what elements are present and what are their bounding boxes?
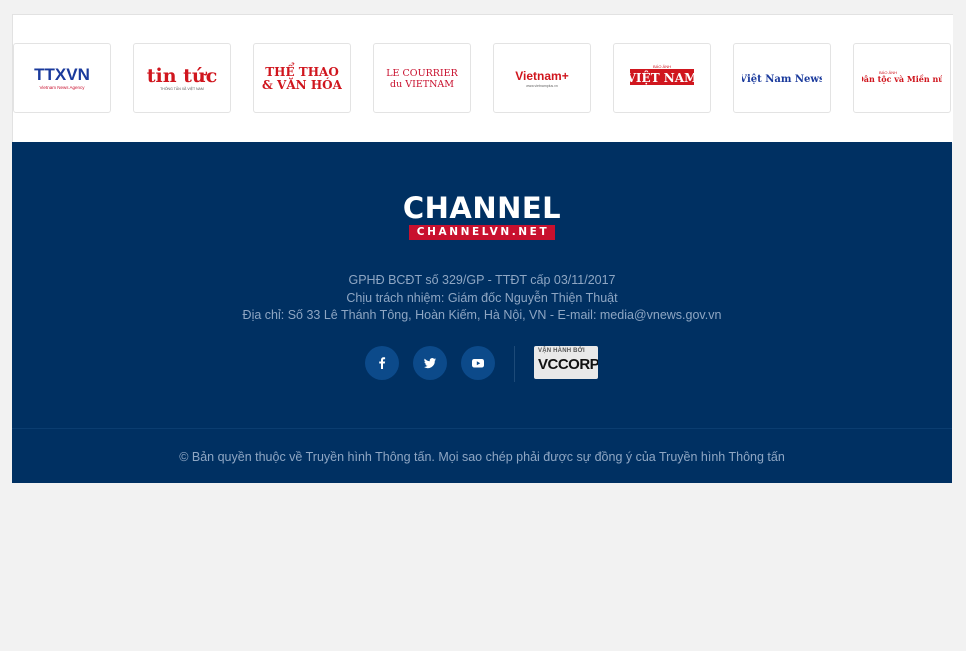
email-link[interactable]: media@vnews.gov.vn: [600, 308, 722, 322]
copyright-text: © Bản quyền thuộc về Truyền hình Thông t…: [179, 450, 785, 464]
ttxvn-logo-text: TTXVN: [34, 65, 90, 84]
tintuc-logo: tin tức THÔNG TẤN XÃ VIỆT NAM: [147, 65, 218, 91]
footer-divider: [12, 428, 952, 429]
baoanh-vietnam-logo-sub: BÁO ẢNH: [653, 64, 671, 69]
address-line: Địa chỉ: Số 33 Lê Thánh Tông, Hoàn Kiếm,…: [12, 307, 952, 325]
responsible-text: Chịu trách nhiệm: Giám đốc Nguyễn Thiện …: [346, 290, 618, 305]
channel-logo[interactable]: CHANNEL CHANNELVN.NET: [393, 194, 571, 240]
footer-info: GPHĐ BCĐT số 329/GP - TTĐT cấp 03/11/201…: [12, 272, 952, 325]
lecourrier-logo: LE COURRIER du VIETNAM: [386, 68, 458, 90]
thethao-vanhoa-logo: THỂ THAO & VĂN HÓA: [262, 61, 342, 92]
brand-logo-area: CHANNEL CHANNELVN.NET: [12, 194, 952, 240]
partner-logo-ttxvn[interactable]: TTXVN Vietnam News Agency: [13, 43, 111, 113]
twitter-button[interactable]: [413, 346, 447, 380]
vietnamnews-logo-text: Việt Nam News: [742, 74, 822, 85]
partner-logos-section: TTXVN Vietnam News Agency tin tức THÔNG …: [12, 14, 953, 143]
vietnamplus-logo: Vietnam+ www.vietnamplus.vn: [515, 69, 568, 88]
partner-logo-vietnamplus[interactable]: Vietnam+ www.vietnamplus.vn: [493, 43, 591, 113]
ttxvn-logo-sub: Vietnam News Agency: [40, 85, 86, 90]
youtube-button[interactable]: [461, 346, 495, 380]
partner-logo-tintuc[interactable]: tin tức THÔNG TẤN XÃ VIỆT NAM: [133, 43, 231, 113]
partner-logos-strip: TTXVN Vietnam News Agency tin tức THÔNG …: [13, 43, 953, 115]
twitter-icon: [424, 358, 436, 369]
facebook-button[interactable]: [365, 346, 399, 380]
lecourrier-logo-line1: LE COURRIER: [386, 68, 458, 79]
partner-logo-baoanh-vietnam[interactable]: VIỆT NAM BÁO ẢNH: [613, 43, 711, 113]
partner-logo-thethao-vanhoa[interactable]: THỂ THAO & VĂN HÓA: [253, 43, 351, 113]
vccorp-name: VCCORP: [538, 356, 598, 373]
dantoc-logo-text: Dân tộc và Miền núi: [862, 74, 942, 84]
baoanh-vietnam-logo-text: VIỆT NAM: [626, 70, 698, 85]
social-divider: [514, 346, 515, 382]
thethao-logo-line1: THỂ THAO: [265, 61, 339, 79]
thethao-logo-line2: & VĂN HÓA: [262, 76, 342, 92]
youtube-icon: [472, 359, 484, 368]
lecourrier-logo-line2: du VIETNAM: [390, 79, 454, 90]
baoanh-vietnam-logo: VIỆT NAM BÁO ẢNH: [626, 64, 698, 85]
social-links: VẬN HÀNH BỞI VCCORP: [12, 346, 952, 382]
vccorp-logo[interactable]: VẬN HÀNH BỞI VCCORP: [534, 346, 598, 379]
partner-logo-vietnamnews[interactable]: Việt Nam News: [733, 43, 831, 113]
address-text: Địa chỉ: Số 33 Lê Thánh Tông, Hoàn Kiếm,…: [242, 308, 600, 322]
tintuc-logo-sub: THÔNG TẤN XÃ VIỆT NAM: [160, 86, 204, 91]
tintuc-logo-text: tin tức: [147, 65, 218, 87]
facebook-icon: [379, 357, 386, 369]
vietnamnews-logo: Việt Nam News: [742, 74, 822, 85]
vietnamplus-logo-text: Vietnam+: [515, 69, 568, 83]
partner-logo-dantoc-miennui[interactable]: BÁO ẢNH Dân tộc và Miền núi: [853, 43, 951, 113]
ttxvn-logo: TTXVN Vietnam News Agency: [34, 65, 90, 90]
site-footer: CHANNEL CHANNELVN.NET GPHĐ BCĐT số 329/G…: [12, 142, 952, 483]
partner-logo-lecourrier[interactable]: LE COURRIER du VIETNAM: [373, 43, 471, 113]
license-text: GPHĐ BCĐT số 329/GP - TTĐT cấp 03/11/201…: [348, 273, 616, 287]
vccorp-operated-label: VẬN HÀNH BỞI: [538, 348, 585, 354]
dantoc-miennui-logo: BÁO ẢNH Dân tộc và Miền núi: [862, 70, 942, 84]
channel-logo-subtitle: CHANNELVN.NET: [408, 225, 556, 240]
channel-logo-title: CHANNEL: [402, 191, 562, 225]
vietnamplus-logo-sub: www.vietnamplus.vn: [526, 84, 558, 88]
